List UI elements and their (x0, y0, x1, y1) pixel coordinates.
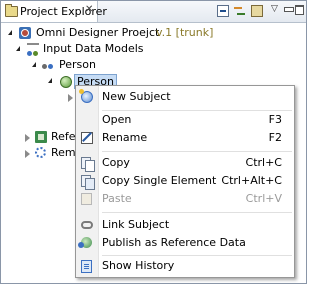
rename-icon (81, 132, 93, 144)
menu-item-label: Open (102, 113, 132, 126)
project-explorer-view: Project Explorer ✕ ▽ Omni Designer Proej… (0, 0, 307, 284)
menu-item-rename[interactable]: Rename F2 (76, 128, 294, 148)
maximize-icon[interactable] (295, 5, 304, 15)
expand-toggle-icon[interactable] (16, 46, 20, 51)
menu-item-label: Copy (102, 156, 130, 169)
menu-item-label: Paste (102, 192, 132, 205)
menu-item-link-subject[interactable]: Link Subject (76, 215, 294, 235)
minimize-icon[interactable] (284, 7, 294, 12)
menu-item-open[interactable]: Open F3 (76, 110, 294, 130)
menu-item-label: Show History (102, 259, 175, 272)
new-subject-icon (79, 89, 93, 103)
history-icon (81, 260, 92, 273)
expand-toggle-icon[interactable] (8, 30, 12, 35)
menu-separator (102, 151, 292, 152)
publish-icon (78, 237, 92, 248)
view-menu-icon[interactable]: ▽ (271, 4, 283, 16)
copy-single-element-icon (81, 175, 95, 190)
tree-node-remote[interactable]: Reme (1, 145, 82, 161)
tree-node-label: Input Data Models (43, 42, 144, 55)
menu-item-shortcut: Ctrl+V (245, 192, 282, 205)
entity-icon (60, 76, 72, 88)
view-header: Project Explorer ✕ ▽ (1, 1, 306, 23)
menu-item-label: Publish as Reference Data (102, 236, 246, 249)
project-branch: v.1 [trunk] (156, 26, 214, 39)
collapse-all-icon[interactable] (217, 5, 229, 17)
expand-toggle-icon[interactable] (32, 62, 36, 67)
menu-item-label: New Subject (102, 90, 171, 103)
project-name: Omni Designer Proejct (36, 26, 160, 39)
expand-toggle-icon[interactable] (68, 94, 73, 102)
tree-node-input-data-models[interactable]: Input Data Models (1, 41, 301, 57)
menu-item-shortcut: Ctrl+Alt+C (221, 174, 282, 187)
menu-item-publish-reference-data[interactable]: Publish as Reference Data (76, 233, 294, 253)
reference-data-icon (35, 131, 47, 143)
expand-toggle-icon[interactable] (48, 78, 52, 83)
menu-item-shortcut: F3 (268, 113, 282, 126)
context-menu: New Subject Open F3 Rename F2 Copy Ctrl+… (75, 85, 295, 278)
menu-item-copy-single-element[interactable]: Copy Single Element Ctrl+Alt+C (76, 171, 294, 191)
tree-node-reference[interactable]: Refere (1, 129, 87, 145)
menu-item-show-history[interactable]: Show History (76, 256, 294, 276)
menu-item-shortcut: Ctrl+C (245, 156, 282, 169)
menu-item-label: Rename (102, 131, 148, 144)
view-title: Project Explorer (20, 5, 107, 18)
tree-node-subject-area[interactable]: Person (1, 57, 301, 73)
view-tab[interactable]: Project Explorer ✕ (1, 1, 107, 22)
gear-icon (35, 147, 46, 158)
tree-node-label: Person (59, 58, 96, 71)
expand-toggle-icon[interactable] (25, 150, 30, 158)
menu-item-label: Copy Single Element (102, 174, 217, 187)
tree-node-child[interactable] (1, 89, 81, 105)
project-explorer-icon (5, 4, 18, 17)
menu-item-shortcut: F2 (268, 131, 282, 144)
menu-item-new-subject[interactable]: New Subject (76, 87, 294, 107)
expand-toggle-icon[interactable] (25, 134, 30, 142)
menu-item-paste[interactable]: Paste Ctrl+V (76, 189, 294, 209)
tree-node-project[interactable]: Omni Designer Proejct v.1 [trunk] (1, 25, 301, 41)
link-icon (81, 221, 93, 229)
copy-icon (81, 157, 95, 172)
data-models-icon (27, 43, 39, 56)
paste-icon (81, 193, 92, 205)
menu-separator (102, 212, 292, 213)
menu-item-copy[interactable]: Copy Ctrl+C (76, 153, 294, 173)
project-icon (19, 27, 31, 39)
menu-item-label: Link Subject (102, 218, 170, 231)
subject-area-icon (42, 59, 54, 71)
sync-icon[interactable] (251, 5, 263, 17)
link-with-editor-icon[interactable] (234, 5, 246, 17)
close-icon[interactable]: ✕ (85, 4, 93, 15)
